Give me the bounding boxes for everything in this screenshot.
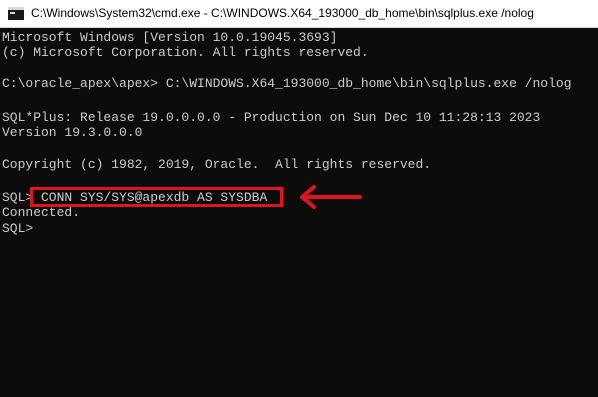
console-line: Copyright (c) 1982, 2019, Oracle. All ri… — [2, 157, 432, 172]
console-prompt[interactable]: SQL> — [2, 221, 33, 236]
command-highlight-box — [30, 187, 283, 207]
console-line: SQL*Plus: Release 19.0.0.0.0 - Productio… — [2, 110, 541, 125]
console-line: (c) Microsoft Corporation. All rights re… — [2, 45, 369, 60]
console-output[interactable]: Microsoft Windows [Version 10.0.19045.36… — [0, 28, 598, 397]
console-line: Microsoft Windows [Version 10.0.19045.36… — [2, 30, 338, 45]
console-line: Version 19.3.0.0.0 — [2, 125, 143, 140]
cmd-window: C:\Windows\System32\cmd.exe - C:\WINDOWS… — [0, 0, 598, 397]
left-arrow-icon — [300, 185, 362, 209]
cmd-console-icon[interactable] — [8, 7, 24, 20]
window-title: C:\Windows\System32\cmd.exe - C:\WINDOWS… — [31, 6, 534, 20]
title-bar[interactable]: C:\Windows\System32\cmd.exe - C:\WINDOWS… — [0, 0, 598, 28]
console-line: C:\oracle_apex\apex> C:\WINDOWS.X64_1930… — [2, 76, 572, 91]
console-line: Connected. — [2, 205, 81, 220]
